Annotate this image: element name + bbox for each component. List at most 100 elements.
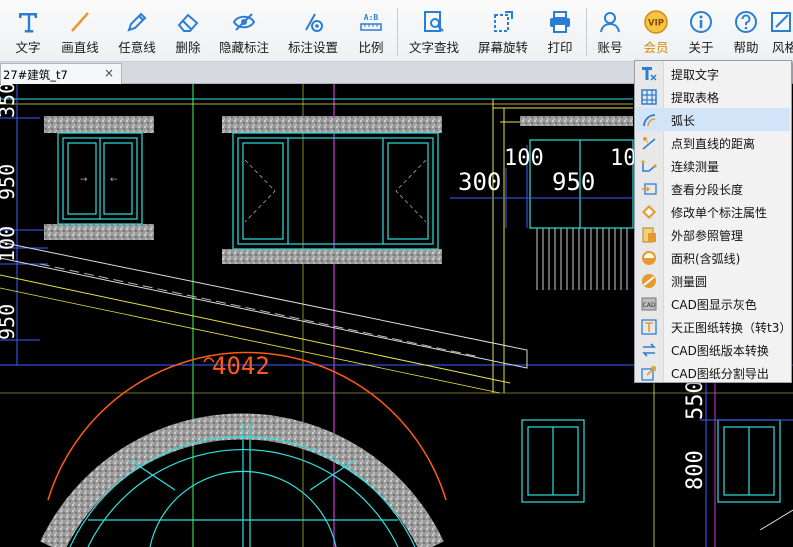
menu-item-label: 弧长 [671, 114, 696, 128]
extract-text-icon [642, 67, 657, 81]
membership-button[interactable]: VIP 会员 [638, 0, 674, 62]
document-tab[interactable]: 27#建筑_t7 × [0, 63, 122, 84]
find-text-label: 文字查找 [408, 40, 459, 55]
xref-icon [642, 227, 656, 243]
close-tab-icon[interactable]: × [104, 66, 114, 80]
about-label: 关于 [688, 40, 714, 55]
window-sill [222, 116, 442, 133]
menu-item-arc-length[interactable]: 弧长 [636, 108, 790, 131]
help-icon [735, 11, 757, 33]
balcony-sill [520, 116, 633, 126]
menu-item-extract-table[interactable]: 提取表格 [636, 85, 790, 108]
tools-dropdown-menu: 提取文字 提取表格 弧长 点到直线的距离 连续测量 查看分段长度 修改单个标注属… [634, 60, 792, 383]
about-button[interactable]: 关于 [682, 0, 720, 62]
dimension-text: 10 [610, 146, 637, 171]
menu-item-area-with-arc[interactable]: 面积(含弧线) [636, 246, 790, 269]
account-button[interactable]: 账号 [592, 0, 628, 62]
hide-dimensions-label: 隐藏标注 [218, 40, 269, 55]
dimension-settings-button[interactable]: 标注设置 [282, 0, 344, 62]
svg-text:VIP: VIP [648, 19, 664, 29]
printer-icon [550, 11, 570, 33]
find-text-button[interactable]: 文字查找 [404, 0, 464, 62]
menu-item-label: CAD图纸分割导出 [671, 367, 769, 381]
menu-item-xref-manage[interactable]: 外部参照管理 [636, 223, 790, 246]
scale-button[interactable]: A:B 比例 [350, 0, 392, 62]
help-label: 帮助 [733, 40, 759, 55]
menu-item-edit-dimension[interactable]: 修改单个标注属性 [636, 200, 790, 223]
settings-icon [305, 13, 323, 32]
split-export-icon [641, 366, 656, 381]
svg-text:A:B: A:B [364, 13, 379, 22]
rotate-screen-button[interactable]: 屏幕旋转 [474, 0, 532, 62]
menu-item-label: CAD图显示灰色 [671, 298, 757, 312]
menu-item-gray-display[interactable]: CAD CAD图显示灰色 [636, 292, 790, 315]
delete-label: 删除 [175, 40, 201, 55]
extract-table-icon [641, 89, 657, 105]
find-text-icon [424, 11, 444, 32]
help-button[interactable]: 帮助 [727, 0, 765, 62]
menu-item-label: 面积(含弧线) [671, 252, 741, 266]
segment-length-icon [642, 183, 657, 195]
svg-text:→: → [80, 175, 88, 185]
info-icon [690, 11, 712, 33]
point-line-distance-icon [642, 137, 656, 150]
dimension-text: 950 [0, 304, 19, 340]
continuous-measure-icon [641, 160, 657, 172]
edit-dimension-icon [642, 205, 656, 219]
draw-line-button[interactable]: 画直线 [56, 0, 104, 62]
delete-button[interactable]: 删除 [166, 0, 210, 62]
dimension-text: 550 [683, 380, 708, 420]
arc-length-value: 4042 [212, 352, 270, 380]
user-icon [600, 12, 620, 33]
area-icon [642, 251, 656, 265]
style-icon [771, 12, 791, 32]
menu-item-label: 连续测量 [671, 160, 720, 174]
menu-item-label: CAD图纸版本转换 [671, 344, 769, 358]
menu-item-label: 测量圆 [671, 275, 708, 289]
menu-item-label: 提取表格 [671, 91, 720, 105]
version-convert-icon [642, 343, 656, 357]
menu-item-label: 修改单个标注属性 [671, 206, 768, 220]
freehand-line-label: 任意线 [118, 40, 156, 55]
menu-item-label: 查看分段长度 [671, 183, 744, 197]
dimension-text: 950 [0, 164, 19, 200]
window-sill [44, 116, 154, 133]
menu-item-segment-length[interactable]: 查看分段长度 [636, 177, 790, 200]
pen-icon [127, 12, 147, 32]
line-icon [71, 12, 89, 32]
style-label: 风格 [772, 40, 793, 55]
hide-dimensions-button[interactable]: 隐藏标注 [216, 0, 272, 62]
menu-item-label: 点到直线的距离 [671, 137, 756, 151]
dimension-text: 300 [458, 168, 501, 196]
rotate-icon [494, 11, 513, 32]
toolbar: 文字 画直线 任意线 删除 隐藏标注 标注设置 A:B 比例 文字查找 屏幕旋转… [0, 0, 793, 62]
menu-item-tangent-convert[interactable]: 天正图纸转换（转t3） [636, 315, 792, 338]
measure-circle-icon [642, 274, 656, 288]
scale-label: 比例 [358, 40, 384, 55]
menu-item-point-line-distance[interactable]: 点到直线的距离 [636, 131, 790, 154]
dimension-text: 100 [504, 146, 544, 171]
dimension-text: 950 [552, 168, 595, 196]
draw-line-label: 画直线 [61, 40, 99, 55]
toolbar-separator [586, 8, 587, 56]
window-sill [44, 224, 154, 240]
menu-item-split-export[interactable]: CAD图纸分割导出 [636, 361, 790, 384]
membership-label: 会员 [643, 40, 669, 55]
text-button-label: 文字 [15, 40, 41, 55]
menu-item-label: 天正图纸转换（转t3） [671, 321, 792, 335]
menu-item-measure-circle[interactable]: 测量圆 [636, 269, 790, 292]
freehand-line-button[interactable]: 任意线 [112, 0, 162, 62]
print-button[interactable]: 打印 [540, 0, 580, 62]
eraser-icon [177, 13, 199, 32]
text-button[interactable]: 文字 [6, 0, 50, 62]
document-tab-title: 27#建筑_t7 [3, 68, 68, 82]
arc-length-icon [643, 114, 656, 127]
style-button[interactable]: 风格 [770, 0, 793, 62]
window-sill [222, 249, 442, 264]
gray-display-icon: CAD [641, 297, 657, 311]
dimension-text: 800 [683, 450, 708, 490]
menu-item-label: 外部参照管理 [671, 229, 744, 243]
menu-item-version-convert[interactable]: CAD图纸版本转换 [636, 338, 790, 361]
menu-item-extract-text[interactable]: 提取文字 [636, 62, 790, 85]
menu-item-continuous-measure[interactable]: 连续测量 [636, 154, 790, 177]
